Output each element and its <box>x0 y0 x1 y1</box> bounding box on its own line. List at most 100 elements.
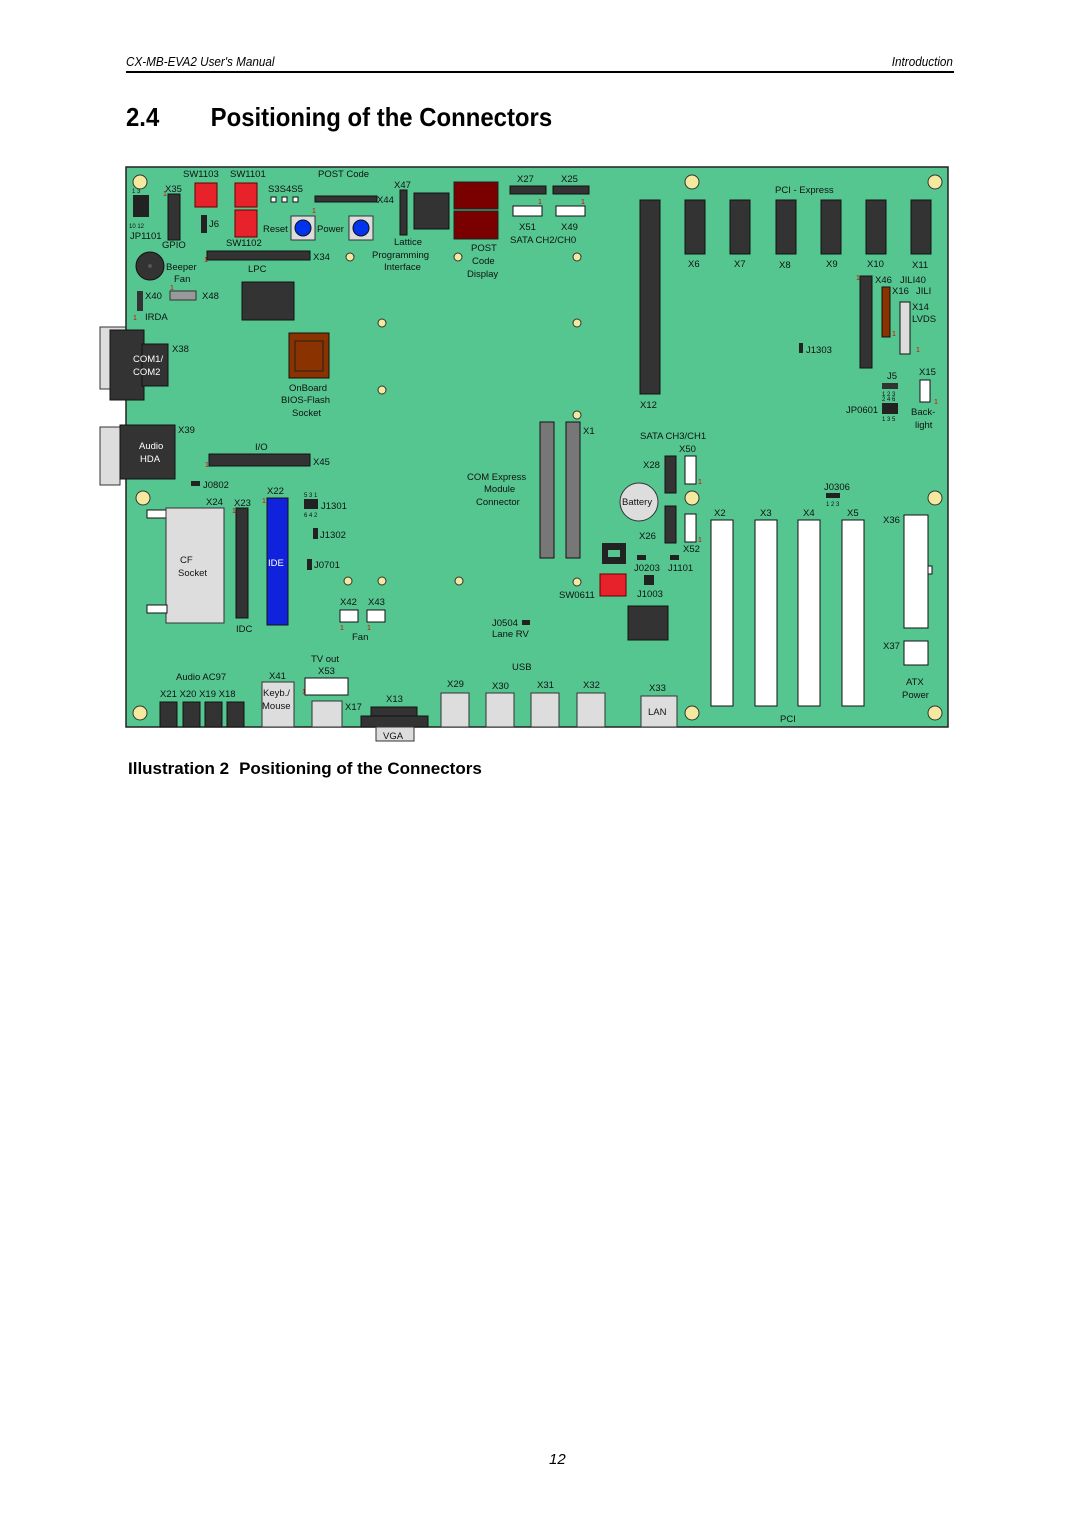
pin1-x46: 1 <box>856 275 860 282</box>
pin1-x34: 1 <box>204 257 208 264</box>
jumper-j1302 <box>313 528 318 539</box>
label-idc: IDC <box>236 624 253 635</box>
label-jp0601: JP0601 <box>846 405 878 416</box>
label-backlight-1: Back- <box>911 407 935 418</box>
label-x5: X5 <box>847 508 859 519</box>
label-fan-bottom: Fan <box>352 632 368 643</box>
label-lattice-2: Programming <box>372 250 429 261</box>
mount-hole-icon <box>377 318 387 328</box>
connector-x25 <box>552 185 590 195</box>
connector-x14-lvds <box>899 301 911 355</box>
jumper-jp0601 <box>882 403 898 414</box>
pin1-x44: 1 <box>312 208 316 215</box>
mount-hole-icon <box>343 576 353 586</box>
mount-hole-icon <box>453 252 463 262</box>
label-x52: X52 <box>683 544 700 555</box>
label-x49: X49 <box>561 222 578 233</box>
jumper-j0504 <box>522 620 530 625</box>
label-com-express-2: Module <box>484 484 515 495</box>
label-audio-hda-2: HDA <box>140 454 161 465</box>
label-reset: Reset <box>263 224 288 235</box>
label-x14: X14 <box>912 302 929 313</box>
label-x31: X31 <box>537 680 554 691</box>
connector-x38 <box>141 343 169 387</box>
label-sw1102: SW1102 <box>226 238 262 249</box>
mount-hole-icon <box>132 174 148 190</box>
pin1-x35: 1 <box>163 191 167 198</box>
jp1101-pins-top: 1 3 <box>132 189 141 195</box>
usb-port-x30 <box>485 692 515 728</box>
label-fan-top: Fan <box>174 274 190 285</box>
slot-x7 <box>729 199 751 255</box>
pin1-x40: 1 <box>133 315 137 322</box>
connector-x37-atx <box>903 640 929 666</box>
label-x6: X6 <box>688 259 700 270</box>
label-x44: X44 <box>377 195 394 206</box>
label-battery: Battery <box>622 497 652 508</box>
label-x27: X27 <box>517 174 534 185</box>
label-x36: X36 <box>883 515 900 526</box>
label-audio-hda-1: Audio <box>139 441 163 452</box>
label-gpio: GPIO <box>162 240 186 251</box>
label-ide: IDE <box>268 558 284 569</box>
pin1-x23: 1 <box>232 508 236 515</box>
label-j0701: J0701 <box>314 560 340 571</box>
power-button-icon <box>352 219 370 237</box>
label-x40: X40 <box>145 291 162 302</box>
label-x1: X1 <box>583 426 595 437</box>
mount-hole-icon <box>927 490 943 506</box>
connector-x15-backlight <box>919 379 931 403</box>
mount-hole-icon <box>572 577 582 587</box>
mount-hole-icon <box>135 490 151 506</box>
connector-x17 <box>311 700 343 728</box>
audio-jack-x18 <box>226 701 245 728</box>
jumper-j1303 <box>799 343 803 353</box>
sata-x50 <box>684 455 697 485</box>
label-x3: X3 <box>760 508 772 519</box>
label-x38: X38 <box>172 344 189 355</box>
label-x32: X32 <box>583 680 600 691</box>
jp1101-pins-bottom: 10 12 <box>129 224 145 230</box>
connector-x36 <box>903 514 929 629</box>
label-audio-ac97: Audio AC97 <box>176 672 226 683</box>
connector-x27 <box>509 185 547 195</box>
pin1-x15: 1 <box>934 399 938 406</box>
pin1-x14: 1 <box>916 347 920 354</box>
label-x48: X48 <box>202 291 219 302</box>
connector-x16-jili <box>881 286 891 338</box>
label-sw0611: SW0611 <box>559 590 595 601</box>
label-post-display-2: Code <box>472 256 495 267</box>
label-lattice-1: Lattice <box>394 237 422 248</box>
label-cf-2: Socket <box>178 568 207 579</box>
label-x12: X12 <box>640 400 657 411</box>
label-x50: X50 <box>679 444 696 455</box>
label-j0203: J0203 <box>634 563 660 574</box>
slot-x11 <box>910 199 932 255</box>
pin1-x16: 1 <box>892 331 896 338</box>
dip-switch-sw0611 <box>599 573 627 597</box>
mount-hole-icon <box>454 576 464 586</box>
jumper-j0802 <box>191 481 200 486</box>
beeper-center <box>148 264 152 268</box>
label-tv-out: TV out <box>311 654 339 665</box>
label-x9: X9 <box>826 259 838 270</box>
label-x45: X45 <box>313 457 330 468</box>
label-bios-1: OnBoard <box>289 383 327 394</box>
cf-latch-top <box>146 509 168 519</box>
label-pci: PCI <box>780 714 796 725</box>
label-sw1103: SW1103 <box>183 169 219 180</box>
chip-lpc <box>241 281 295 321</box>
label-x24: X24 <box>206 497 223 508</box>
label-x43: X43 <box>368 597 385 608</box>
pci-slot-x5 <box>841 519 865 707</box>
label-bios-2: BIOS-Flash <box>281 395 330 406</box>
label-x42: X42 <box>340 597 357 608</box>
led-s4 <box>281 196 288 203</box>
connector-x53-tv-out <box>304 677 349 696</box>
label-x33: X33 <box>649 683 666 694</box>
label-vga: VGA <box>383 731 404 742</box>
label-x11: X11 <box>912 260 928 271</box>
connector-x35 <box>167 193 181 241</box>
pci-slot-x3 <box>754 519 778 707</box>
label-cf-1: CF <box>180 555 193 566</box>
